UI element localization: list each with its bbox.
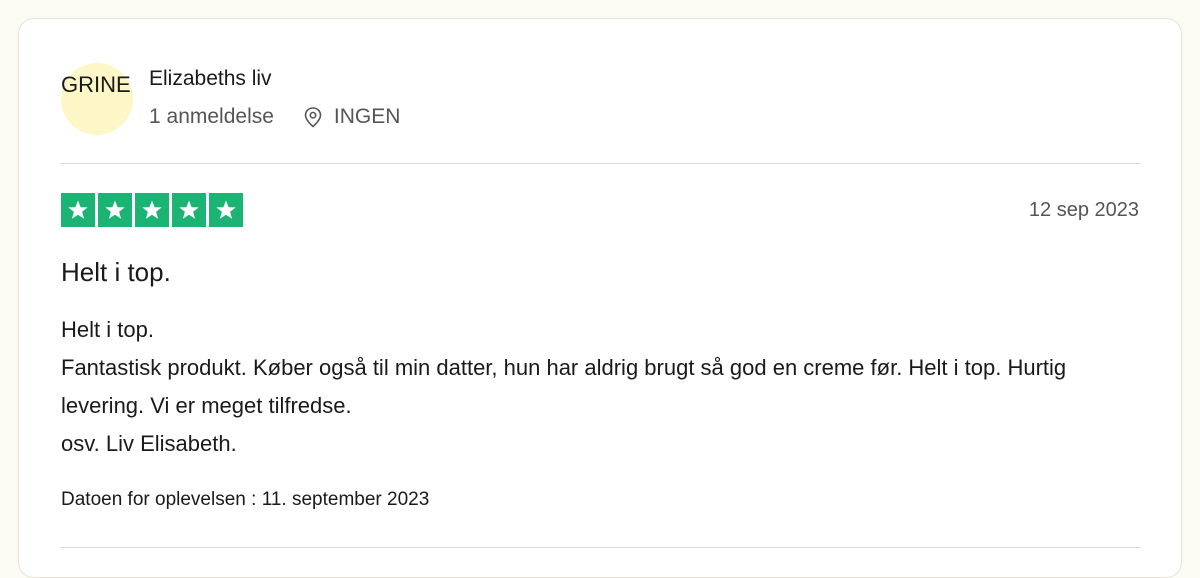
review-card: GRINE Elizabeths liv 1 anmeldelse INGEN … [18,18,1182,578]
location-text: INGEN [333,105,401,128]
consumer-meta: 1 anmeldelse INGEN [149,105,400,129]
star-icon [209,193,243,227]
star-icon [61,193,95,227]
star-rating [61,193,243,227]
avatar-initials: GRINE [61,72,131,97]
consumer-header: GRINE Elizabeths liv 1 anmeldelse INGEN [61,63,1141,153]
review-body-line: osv. Liv Elisabeth. [61,431,237,456]
review-date: 12 sep 2023 [1028,199,1139,221]
footer-divider [61,547,1141,548]
experience-date-value: 11. september 2023 [261,489,430,510]
star-icon [172,193,206,227]
star-icon [98,193,132,227]
review-body: Helt i top. Fantastisk produkt. Køber og… [61,311,1121,463]
star-icon [135,193,169,227]
consumer-name[interactable]: Elizabeths liv [149,67,272,91]
review-body-line: Fantastisk produkt. Køber også til min d… [61,355,1067,418]
header-divider [61,163,1141,164]
review-body-line: Helt i top. [61,317,154,342]
experience-date: Datoen for oplevelsen : 11. september 20… [61,489,430,510]
experience-date-label: Datoen for oplevelsen [61,489,246,510]
review-title[interactable]: Helt i top. [61,257,171,288]
review-count: 1 anmeldelse [149,105,274,128]
location-pin-icon [302,106,324,128]
